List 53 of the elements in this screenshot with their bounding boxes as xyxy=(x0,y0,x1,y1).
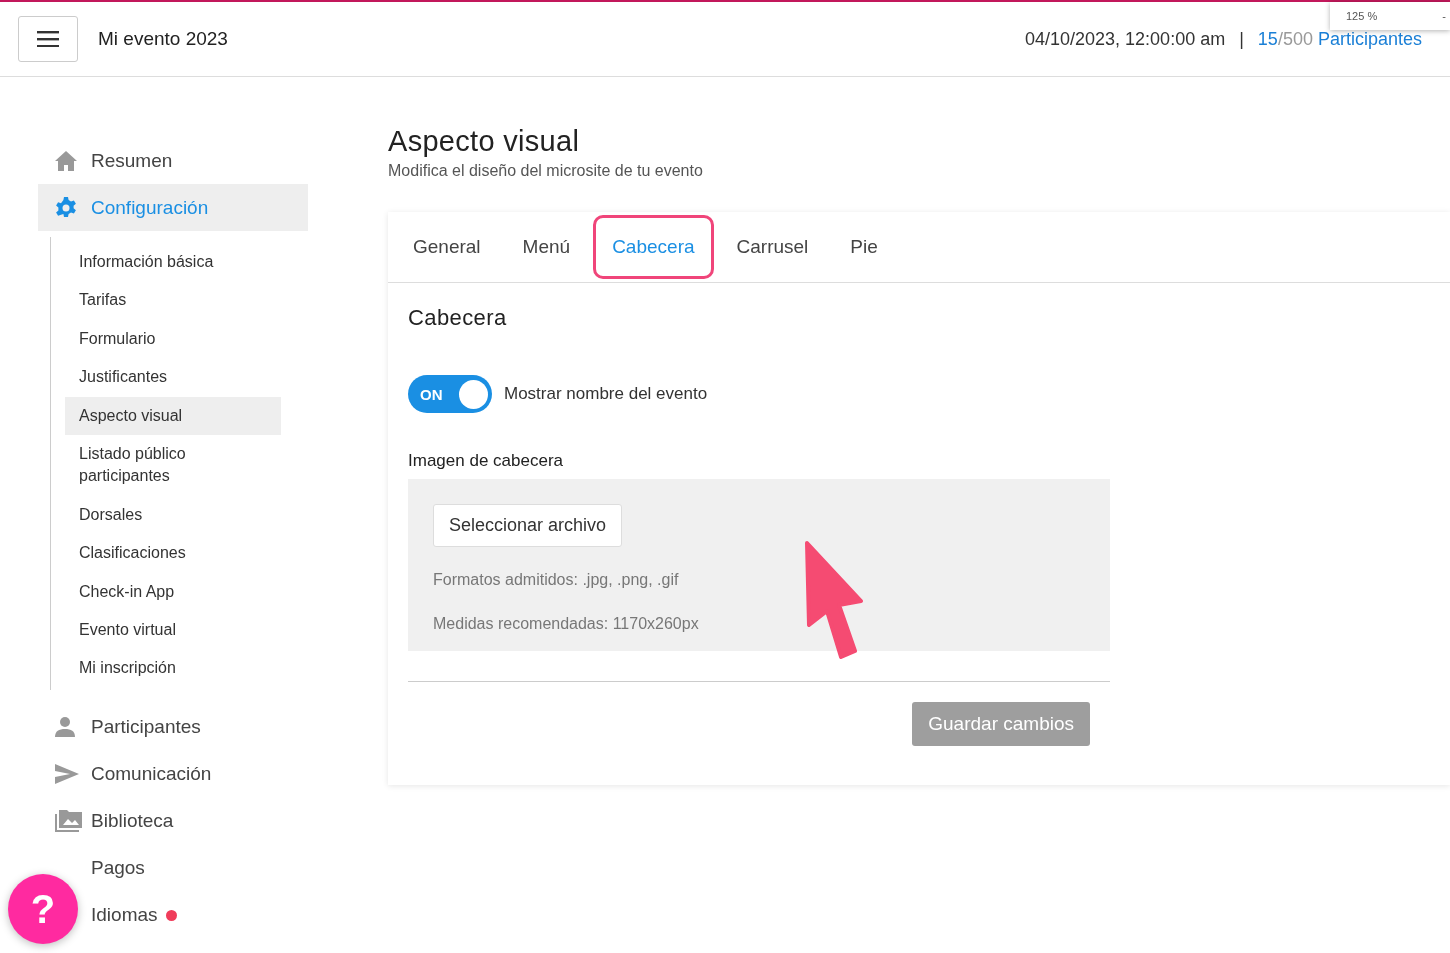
nav-item[interactable]: Biblioteca xyxy=(38,797,308,845)
nav-subitem[interactable]: Tarifas xyxy=(65,281,281,320)
tab[interactable]: General xyxy=(394,215,500,279)
nav-subitem[interactable]: Información básica xyxy=(65,243,281,282)
image-folder-icon xyxy=(54,809,84,834)
zoom-level: 125 % xyxy=(1346,10,1379,22)
page-subtitle: Modifica el diseño del microsite de tu evento xyxy=(388,162,704,180)
cursor-arrow-icon xyxy=(803,539,865,659)
page-title: Aspecto visual xyxy=(388,125,581,158)
tab[interactable]: Cabecera xyxy=(593,215,714,279)
nav-label: Configuración xyxy=(91,196,209,219)
field-label: Imagen de cabecera xyxy=(408,451,564,471)
event-title: Mi evento 2023 xyxy=(98,28,228,50)
nav-subitem[interactable]: Aspecto visual xyxy=(65,396,281,435)
tab[interactable]: Menú xyxy=(503,215,590,279)
menu-icon xyxy=(37,31,59,47)
participant-total: /500 xyxy=(1277,28,1313,50)
separator: | xyxy=(1239,28,1244,50)
send-icon xyxy=(54,763,80,786)
nav-item[interactable]: Comunicación xyxy=(38,750,308,798)
nav-label: Biblioteca xyxy=(91,810,174,833)
event-datetime: 04/10/2023, 12:00:00 am xyxy=(1025,28,1226,50)
nav-subitem[interactable]: Formulario xyxy=(65,319,281,359)
nav-subitem[interactable]: Listado público participantes xyxy=(65,434,281,496)
nav-item[interactable]: Participantes xyxy=(38,703,308,751)
nav-subitem[interactable]: Check-in App xyxy=(65,572,281,611)
nav-subitem[interactable]: Justificantes xyxy=(65,358,281,397)
nav-subitem[interactable]: Dorsales xyxy=(65,495,281,535)
toggle-label: Mostrar nombre del evento xyxy=(504,384,708,404)
nav-item[interactable]: Pagos xyxy=(91,844,145,892)
menu-button[interactable] xyxy=(18,16,78,62)
sizes-hint: Medidas recomendadas: 1170x260px xyxy=(433,615,700,633)
select-file-button[interactable]: Seleccionar archivo xyxy=(433,504,623,547)
formats-hint: Formatos admitidos: .jpg, .png, .gif xyxy=(433,571,680,589)
nav-subitem[interactable]: Evento virtual xyxy=(65,610,281,650)
person-icon xyxy=(54,716,76,739)
nav-item[interactable]: Resumen xyxy=(38,137,308,184)
tab[interactable]: Pie xyxy=(831,215,897,279)
home-icon xyxy=(54,149,78,172)
participants-link[interactable]: Participantes xyxy=(1317,28,1422,50)
nav-label: Pagos xyxy=(91,857,145,880)
tab[interactable]: Carrusel xyxy=(717,215,828,279)
zoom-out-button[interactable]: - xyxy=(1442,10,1446,22)
nav-item[interactable]: Idiomas xyxy=(91,891,177,939)
nav-subitem[interactable]: Clasificaciones xyxy=(65,534,281,573)
participant-count: 15 xyxy=(1257,28,1278,50)
nav-label: Participantes xyxy=(91,716,201,739)
nav-label: Resumen xyxy=(91,149,173,172)
section-title: Cabecera xyxy=(408,305,508,331)
nav-label: Idiomas xyxy=(91,904,158,927)
gear-icon xyxy=(54,195,78,220)
nav-label: Comunicación xyxy=(91,763,212,786)
nav-subitem[interactable]: Mi inscripción xyxy=(65,649,281,688)
